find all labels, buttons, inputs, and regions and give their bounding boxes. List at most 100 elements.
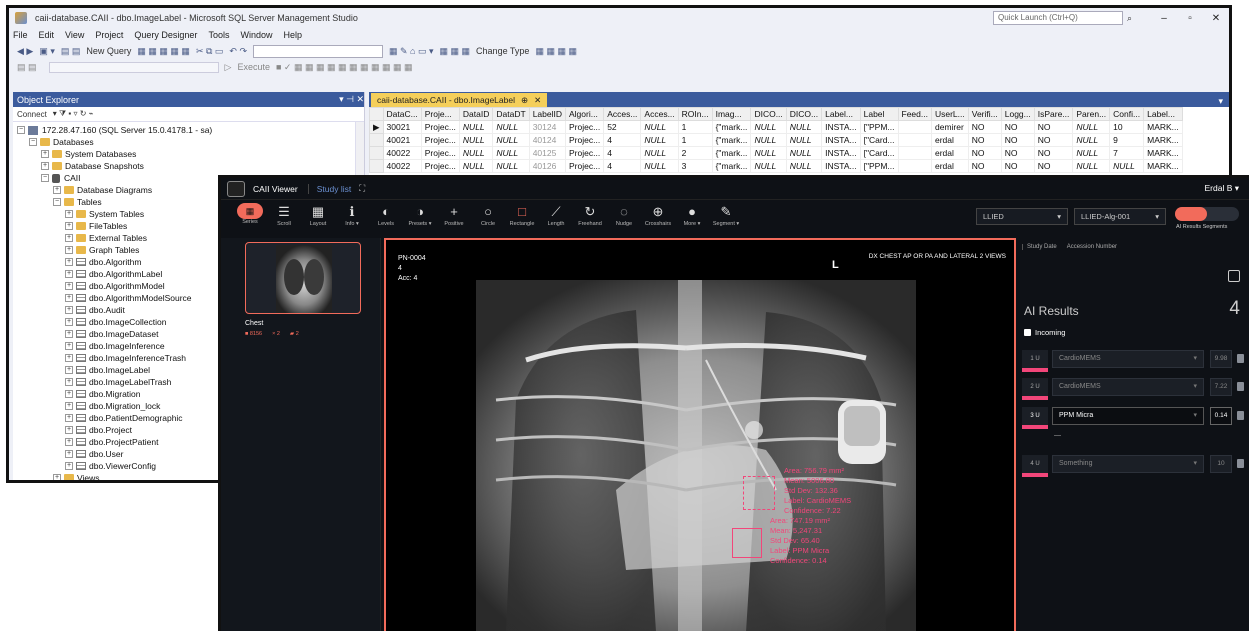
grid-cell[interactable]: 1: [677, 120, 713, 134]
grid-cell[interactable]: 10: [1109, 120, 1145, 134]
grid-cell[interactable]: NULL: [640, 133, 679, 147]
row-selector[interactable]: ▶: [369, 120, 384, 134]
grid-cell[interactable]: 1: [677, 133, 713, 147]
roi-rectangle-ppm-micra[interactable]: [732, 528, 762, 558]
expand-icon[interactable]: +: [65, 438, 73, 446]
grid-cell[interactable]: NULL: [640, 159, 679, 173]
query-option-icons[interactable]: ■ ✓ ▦ ▦ ▦ ▦ ▦ ▦ ▦ ▦ ▦ ▦ ▦: [276, 62, 413, 73]
row-selector[interactable]: [369, 133, 384, 147]
grid-cell[interactable]: NULL: [1072, 146, 1111, 160]
user-menu[interactable]: Erdal B ▾: [1204, 183, 1239, 194]
new-project-icon[interactable]: ▣ ▾: [39, 46, 55, 57]
grid-cell[interactable]: NO: [1000, 120, 1035, 134]
menu-file[interactable]: File: [13, 30, 28, 40]
grid-cell[interactable]: NULL: [458, 133, 494, 147]
grid-cell[interactable]: MARK...: [1143, 159, 1183, 173]
expand-icon[interactable]: +: [41, 150, 49, 158]
row-selector[interactable]: [369, 146, 384, 160]
trash-icon[interactable]: [1237, 382, 1244, 391]
series-thumbnail[interactable]: [245, 242, 361, 314]
tab-list-dropdown-icon[interactable]: ▾: [1218, 96, 1223, 107]
grid-cell[interactable]: NO: [1000, 146, 1035, 160]
grid-column-header[interactable]: Label: [859, 107, 899, 121]
expand-icon[interactable]: +: [65, 210, 73, 218]
grid-cell[interactable]: NO: [967, 133, 1002, 147]
grid-cell[interactable]: ["Card...: [859, 146, 899, 160]
grid-cell[interactable]: 4: [603, 133, 642, 147]
grid-cell[interactable]: NULL: [458, 159, 494, 173]
grid-cell[interactable]: [897, 133, 932, 147]
grid-cell[interactable]: NO: [1000, 159, 1035, 173]
grid-cell[interactable]: NULL: [785, 159, 823, 173]
grid-cell[interactable]: NULL: [1109, 159, 1145, 173]
minimize-icon[interactable]: –: [1151, 13, 1177, 24]
grid-cell[interactable]: NO: [1033, 120, 1074, 134]
trash-icon[interactable]: [1237, 459, 1244, 468]
grid-cell[interactable]: [897, 120, 932, 134]
project-select[interactable]: LLIED ▾: [976, 208, 1068, 225]
grid-cell[interactable]: Projec...: [564, 146, 605, 160]
quick-launch-input[interactable]: Quick Launch (Ctrl+Q): [993, 11, 1123, 25]
search-icon[interactable]: ⌕: [1127, 13, 1141, 24]
grid-cell[interactable]: ["PPM...: [859, 120, 899, 134]
tool-crosshairs[interactable]: ⊕ Crosshairs: [641, 203, 675, 227]
tool-series[interactable]: ▦ Series: [233, 203, 267, 225]
grid-cell[interactable]: MARK...: [1143, 133, 1183, 147]
ai-result-row[interactable]: 4 U Something ▾ 10: [1022, 455, 1248, 477]
tool-length[interactable]: ⟋ Length: [539, 203, 573, 227]
tab-imagelabel[interactable]: caii-database.CAII - dbo.ImageLabel ⊕ ✕: [371, 93, 548, 107]
query-tools-icons[interactable]: ▦ ▦ ▦ ▦ ▦: [137, 46, 190, 57]
ai-result-row[interactable]: 2 U CardioMEMS ▾ 7.22: [1022, 378, 1248, 400]
menu-help[interactable]: Help: [283, 30, 302, 40]
expand-icon[interactable]: +: [65, 378, 73, 386]
grid-column-header[interactable]: DataDT: [492, 107, 530, 121]
menu-edit[interactable]: Edit: [39, 30, 55, 40]
expand-icon[interactable]: +: [65, 354, 73, 362]
grid-cell[interactable]: NO: [967, 120, 1002, 134]
results-segments-toggle[interactable]: [1175, 207, 1239, 221]
change-type-button[interactable]: Change Type: [476, 46, 529, 56]
grid-cell[interactable]: NULL: [458, 120, 494, 134]
tree-node-databases[interactable]: − Databases: [13, 136, 364, 148]
collapse-icon[interactable]: −: [17, 126, 25, 134]
grid-cell[interactable]: 30124: [528, 120, 567, 134]
grid-cell[interactable]: [897, 159, 932, 173]
grid-cell[interactable]: erdal: [930, 146, 969, 160]
grid-cell[interactable]: erdal: [930, 159, 969, 173]
grid-column-header[interactable]: Label...: [821, 107, 861, 121]
collapse-icon[interactable]: −: [41, 174, 49, 182]
grid-row[interactable]: 40022 Projec... NULL NULL 40126 Projec... 4 NUL…: [369, 159, 1183, 173]
grid-column-header[interactable]: Proje...: [420, 107, 460, 121]
back-icon[interactable]: ◀ ▶: [17, 46, 33, 57]
filter-icons[interactable]: ▾ ⧩ ▪ ▿ ↻ ⌁: [53, 109, 94, 119]
expand-icon[interactable]: +: [65, 390, 73, 398]
grid-cell[interactable]: INSTA...: [821, 120, 861, 134]
save-icon[interactable]: ▤ ▤: [61, 46, 81, 57]
close-tab-icon[interactable]: ✕: [534, 95, 541, 105]
collapse-icon[interactable]: −: [29, 138, 37, 146]
expand-icon[interactable]: +: [65, 414, 73, 422]
expand-icon[interactable]: +: [65, 462, 73, 470]
tool-levels[interactable]: ◐ Levels: [369, 203, 403, 227]
expand-icon[interactable]: +: [41, 162, 49, 170]
save-icon[interactable]: [1228, 270, 1240, 282]
menu-tools[interactable]: Tools: [208, 30, 229, 40]
incoming-checkbox[interactable]: Incoming: [1024, 328, 1065, 337]
grid-cell[interactable]: 40022: [382, 159, 422, 173]
grid-cell[interactable]: {"mark...: [711, 120, 752, 134]
label-select[interactable]: CardioMEMS ▾: [1052, 378, 1204, 396]
grid-cell[interactable]: ["PPM...: [859, 159, 899, 173]
tool-info[interactable]: ℹ Info ▾: [335, 203, 369, 227]
tool-nudge[interactable]: ◌ Nudge: [607, 203, 641, 227]
grid-cell[interactable]: NULL: [640, 146, 679, 160]
grid-column-header[interactable]: DICO...: [750, 107, 787, 121]
row-selector[interactable]: [369, 159, 384, 173]
grid-cell[interactable]: Projec...: [420, 159, 460, 173]
grid-cell[interactable]: MARK...: [1143, 120, 1183, 134]
grid-cell[interactable]: NO: [1033, 133, 1074, 147]
expand-icon[interactable]: +: [65, 342, 73, 350]
grid-cell[interactable]: NULL: [750, 133, 787, 147]
grid-cell[interactable]: INSTA...: [821, 146, 861, 160]
grid-cell[interactable]: NO: [967, 146, 1002, 160]
pin-icon[interactable]: ▾ ⊣ ✕: [339, 94, 364, 105]
